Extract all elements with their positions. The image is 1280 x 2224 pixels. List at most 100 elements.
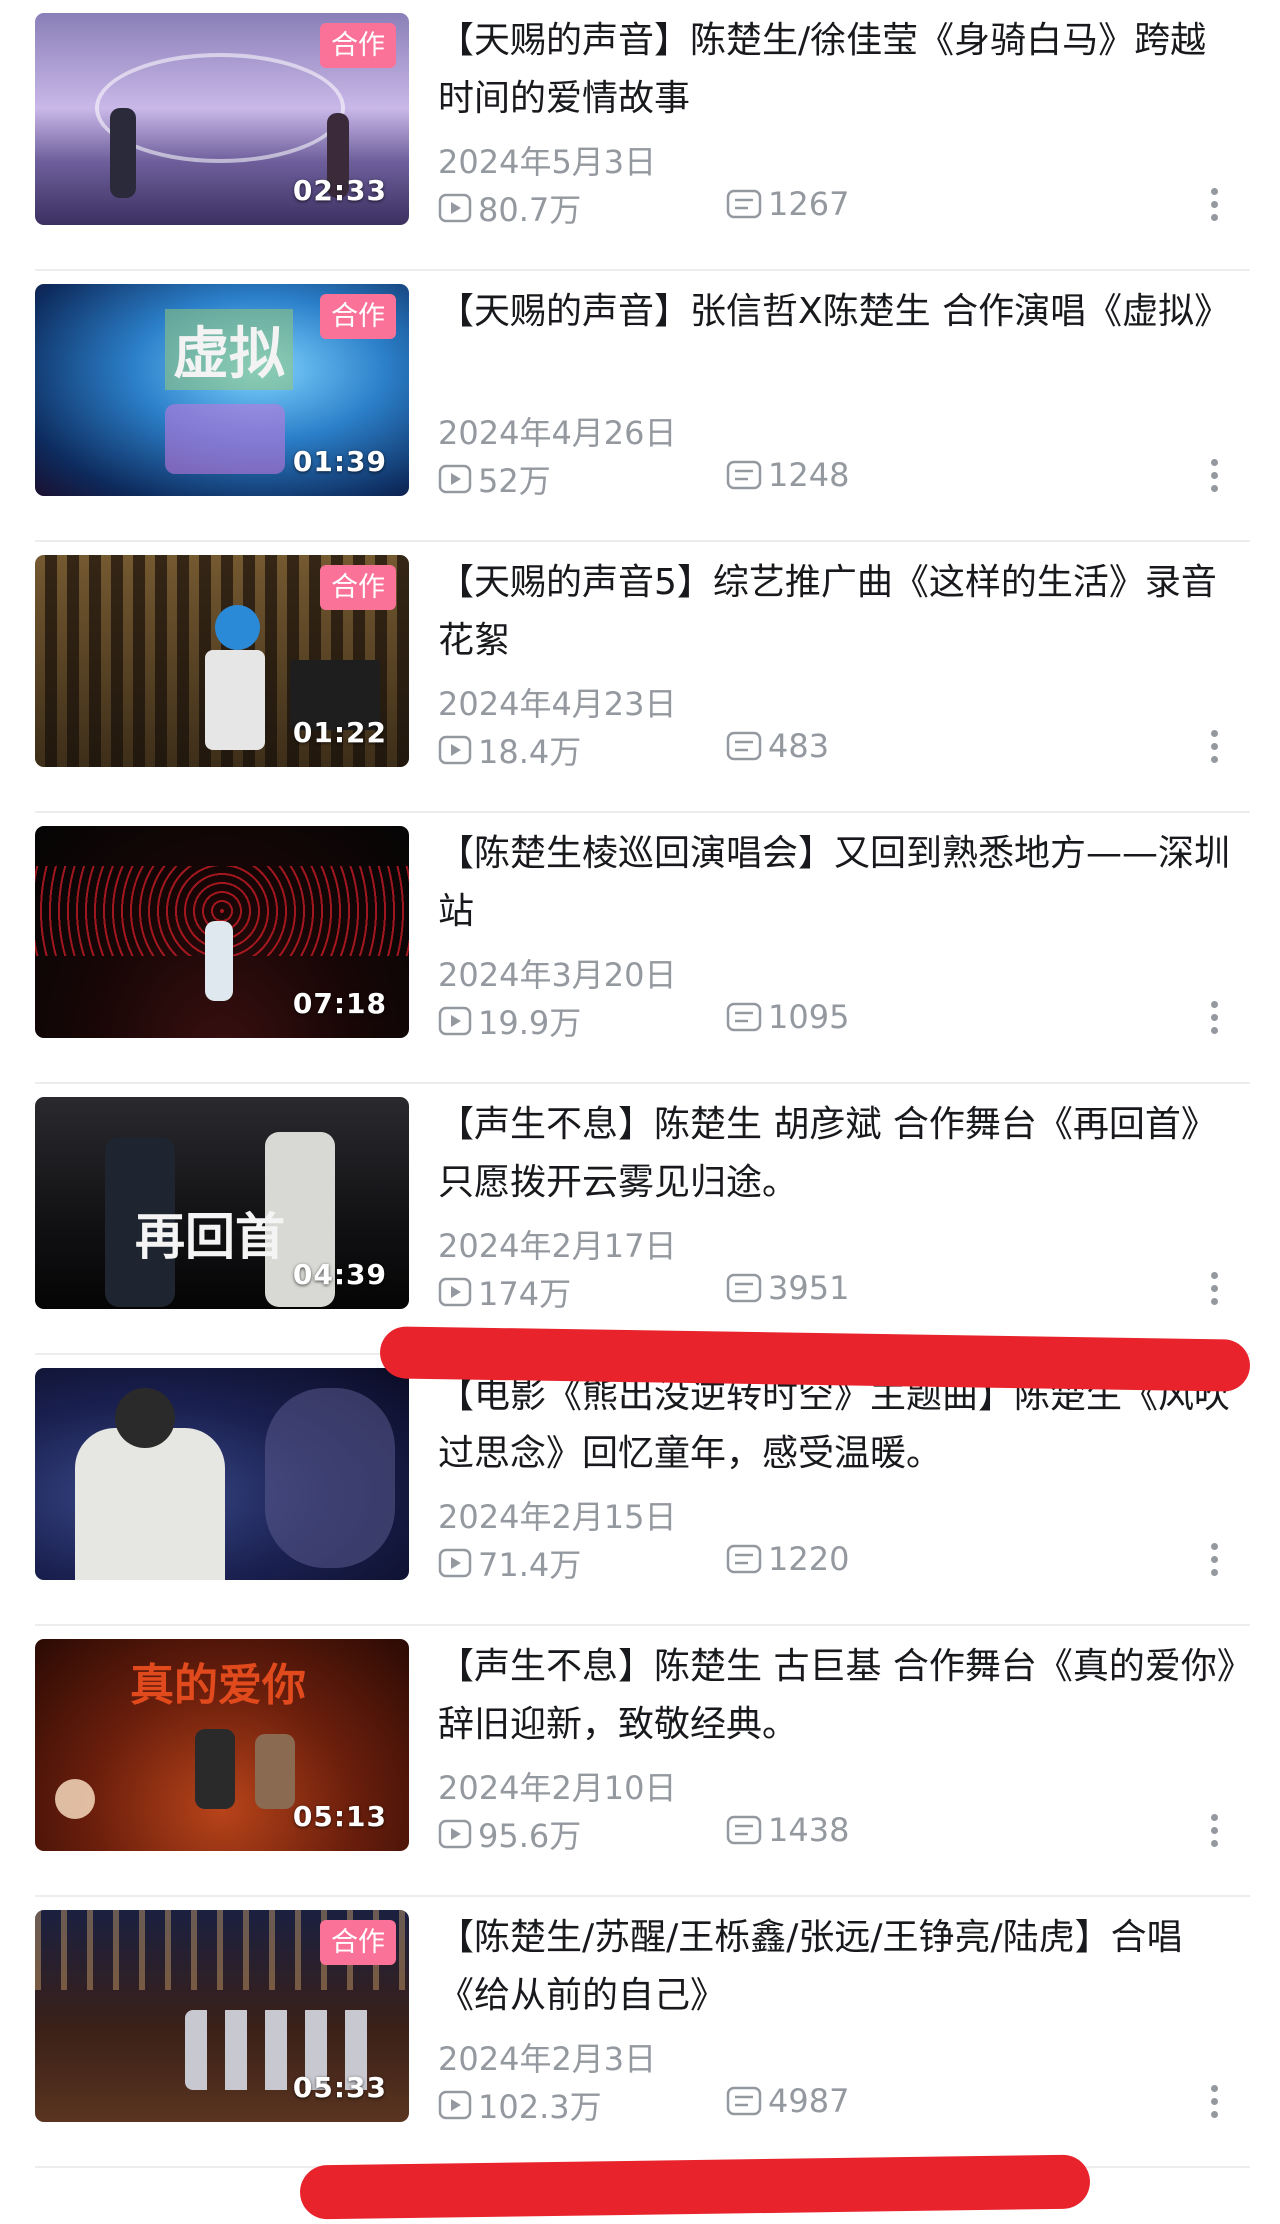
play-count: 52万 [438,456,551,502]
video-item[interactable]: 再回首 04:39 【声生不息】陈楚生 胡彦斌 合作舞台《再回首》只愿拨开云雾见… [35,1084,1250,1355]
video-thumbnail[interactable]: 再回首 04:39 [35,1097,409,1309]
play-icon [438,1277,472,1307]
highlight-stroke [299,2154,1091,2220]
video-title[interactable]: 【陈楚生棱巡回演唱会】又回到熟悉地方——深圳站 [438,825,1238,941]
thumbnail-caption: 虚拟 [165,309,293,390]
thumbnail-caption: 真的爱你 [130,1660,306,1711]
play-icon [438,1548,472,1578]
comment-count: 1095 [726,998,849,1036]
collab-badge: 合作 [320,294,396,339]
comment-count-value: 1220 [768,1540,850,1578]
danmaku-icon [726,189,762,219]
more-options-icon[interactable] [1208,1001,1220,1041]
video-thumbnail[interactable]: 07:18 [35,826,409,1038]
publish-date: 2024年2月10日 [438,1769,677,1807]
publish-date: 2024年2月17日 [438,1227,677,1265]
video-item[interactable]: 真的爱你 05:13 【声生不息】陈楚生 古巨基 合作舞台《真的爱你》辞旧迎新，… [35,1626,1250,1897]
collab-badge: 合作 [320,1920,396,1965]
video-stats: 71.4万 1220 [438,1540,1238,1584]
video-item[interactable]: 07:18 【陈楚生棱巡回演唱会】又回到熟悉地方——深圳站 2024年3月20日… [35,813,1250,1084]
duration-label: 01:39 [292,445,387,478]
video-thumbnail[interactable]: 虚拟 合作 01:39 [35,284,409,496]
more-options-icon[interactable] [1208,2085,1220,2125]
play-count-value: 18.4万 [478,733,582,771]
video-stats: 19.9万 1095 [438,998,1238,1042]
danmaku-icon [726,1002,762,1032]
comment-count-value: 1095 [768,998,850,1036]
video-stats: 95.6万 1438 [438,1811,1238,1855]
more-options-icon[interactable] [1208,1543,1220,1583]
duration-label: 01:22 [292,716,387,749]
play-count: 80.7万 [438,185,581,231]
collab-badge: 合作 [320,23,396,68]
video-title[interactable]: 【天赐的声音】陈楚生/徐佳莹《身骑白马》跨越时间的爱情故事 [438,12,1238,128]
duration-label: 04:39 [292,1258,387,1291]
comment-count-value: 4987 [768,2082,850,2120]
comment-count-value: 3951 [768,1269,850,1307]
play-count: 19.9万 [438,998,581,1044]
more-options-icon[interactable] [1208,1272,1220,1312]
play-icon [438,193,472,223]
comment-count-value: 1248 [768,456,850,494]
play-count: 95.6万 [438,1811,581,1857]
play-icon [438,1006,472,1036]
duration-label: 02:33 [292,174,387,207]
comment-count: 1220 [726,1540,849,1578]
comment-count: 4987 [726,2082,849,2120]
video-thumbnail[interactable]: 合作 01:22 [35,555,409,767]
more-options-icon[interactable] [1208,730,1220,770]
play-count: 102.3万 [438,2082,602,2128]
video-thumbnail[interactable]: 合作 02:33 [35,13,409,225]
comment-count: 1438 [726,1811,849,1849]
danmaku-icon [726,2086,762,2116]
video-item[interactable]: 合作 05:33 【陈楚生/苏醒/王栎鑫/张远/王铮亮/陆虎】合唱《给从前的自己… [35,1897,1250,2168]
publish-date: 2024年2月3日 [438,2040,657,2078]
play-count: 174万 [438,1269,571,1315]
play-count-value: 19.9万 [478,1004,582,1042]
comment-count: 1248 [726,456,849,494]
play-count-value: 95.6万 [478,1817,582,1855]
video-thumbnail[interactable]: 合作 05:33 [35,1910,409,2122]
comment-count: 3951 [726,1269,849,1307]
video-stats: 174万 3951 [438,1269,1238,1313]
publish-date: 2024年4月23日 [438,685,677,723]
comment-count: 483 [726,727,829,765]
video-item[interactable]: 合作 02:33 【天赐的声音】陈楚生/徐佳莹《身骑白马》跨越时间的爱情故事 2… [35,0,1250,271]
more-options-icon[interactable] [1208,1814,1220,1854]
comment-count: 1267 [726,185,849,223]
play-count-value: 71.4万 [478,1546,582,1584]
danmaku-icon [726,731,762,761]
video-stats: 18.4万 483 [438,727,1238,771]
danmaku-icon [726,460,762,490]
video-thumbnail[interactable] [35,1368,409,1580]
video-title[interactable]: 【天赐的声音5】综艺推广曲《这样的生活》录音花絮 [438,554,1238,670]
video-stats: 102.3万 4987 [438,2082,1238,2126]
play-icon [438,464,472,494]
video-stats: 52万 1248 [438,456,1238,500]
play-count-value: 80.7万 [478,191,582,229]
duration-label: 07:18 [292,987,387,1020]
play-count-value: 52万 [478,462,551,500]
danmaku-icon [726,1273,762,1303]
danmaku-icon [726,1815,762,1845]
video-item[interactable]: 合作 01:22 【天赐的声音5】综艺推广曲《这样的生活》录音花絮 2024年4… [35,542,1250,813]
video-title[interactable]: 【声生不息】陈楚生 古巨基 合作舞台《真的爱你》辞旧迎新，致敬经典。 [438,1638,1238,1754]
video-item[interactable]: 虚拟 合作 01:39 【天赐的声音】张信哲X陈楚生 合作演唱《虚拟》 2024… [35,271,1250,542]
more-options-icon[interactable] [1208,459,1220,499]
collab-badge: 合作 [320,565,396,610]
video-title[interactable]: 【声生不息】陈楚生 胡彦斌 合作舞台《再回首》只愿拨开云雾见归途。 [438,1096,1238,1212]
play-icon [438,735,472,765]
video-title[interactable]: 【天赐的声音】张信哲X陈楚生 合作演唱《虚拟》 [438,283,1238,399]
play-count: 18.4万 [438,727,581,773]
more-options-icon[interactable] [1208,188,1220,228]
thumbnail-caption: 再回首 [135,1207,285,1266]
publish-date: 2024年2月15日 [438,1498,677,1536]
publish-date: 2024年4月26日 [438,414,677,452]
video-item[interactable]: 【电影《熊出没逆转时空》主题曲】陈楚生《风吹过思念》回忆童年，感受温暖。 202… [35,1355,1250,1626]
comment-count-value: 483 [768,727,830,765]
video-title[interactable]: 【陈楚生/苏醒/王栎鑫/张远/王铮亮/陆虎】合唱《给从前的自己》 [438,1909,1238,2025]
duration-label: 05:13 [292,1800,387,1833]
video-thumbnail[interactable]: 真的爱你 05:13 [35,1639,409,1851]
play-count-value: 102.3万 [478,2088,602,2126]
publish-date: 2024年5月3日 [438,143,657,181]
